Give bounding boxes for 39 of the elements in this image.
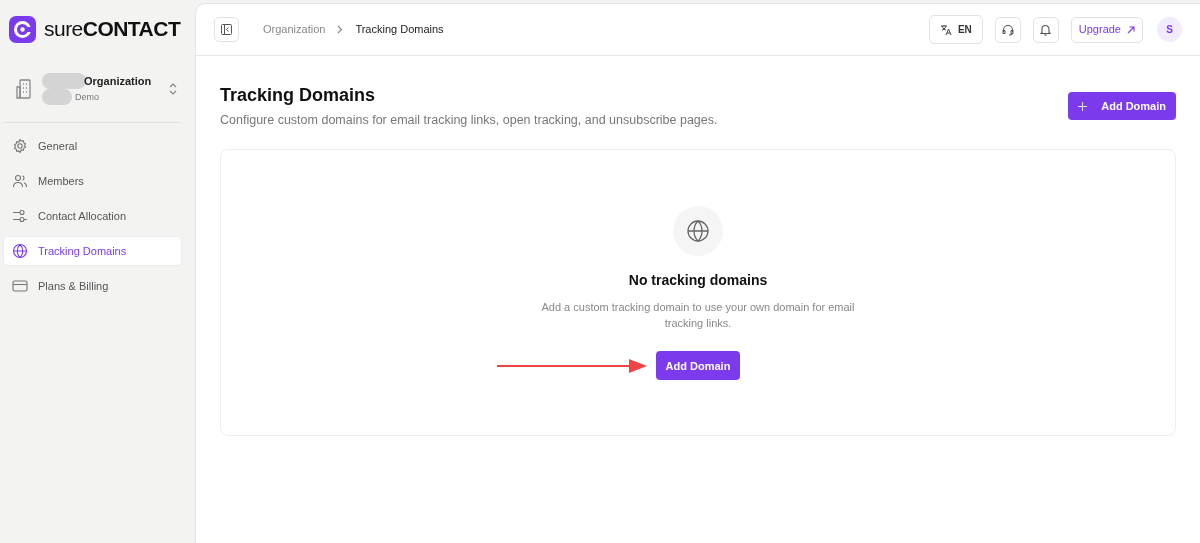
sidebar-toggle-button[interactable] — [214, 17, 239, 42]
logo-icon — [9, 15, 36, 43]
chevron-right-icon — [337, 25, 344, 34]
organization-switcher[interactable]: Organization Demo — [10, 58, 185, 120]
sidebar-item[interactable]: General — [4, 132, 181, 160]
sidebar-item[interactable]: Contact Allocation — [4, 202, 181, 230]
credit-card-icon — [12, 278, 28, 294]
brand-name: sureCONTACT — [44, 16, 181, 43]
breadcrumb-link[interactable]: Organization — [263, 21, 326, 38]
globe-icon — [12, 243, 28, 259]
empty-state-title: No tracking domains — [628, 271, 768, 291]
empty-state-description: Add a custom tracking domain to use your own domain for email tracking links. — [540, 300, 856, 332]
plus-icon — [1078, 101, 1088, 111]
users-icon — [12, 173, 28, 189]
breadcrumb-current: Tracking Domains — [355, 22, 444, 38]
organization-name: Organization — [84, 73, 152, 89]
bell-icon — [1040, 23, 1052, 36]
upgrade-button[interactable]: Upgrade — [1070, 16, 1143, 43]
sidebar-item[interactable]: Members — [4, 167, 181, 195]
sliders-icon — [12, 208, 28, 224]
notifications-button[interactable] — [1032, 16, 1059, 43]
language-button[interactable]: EN — [928, 15, 983, 44]
page-description: Configure custom domains for email tracking links, open tracking, and unsubscribe pages. — [220, 111, 719, 129]
support-button[interactable] — [994, 16, 1021, 43]
user-avatar[interactable]: S — [1157, 17, 1182, 42]
chevron-up-down-icon — [169, 83, 177, 95]
add-domain-button[interactable]: Add Domain — [1068, 92, 1176, 120]
add-domain-button[interactable]: Add Domain — [655, 351, 741, 381]
external-arrow-icon — [1127, 25, 1135, 34]
panel-collapse-icon — [221, 24, 232, 35]
gear-icon — [12, 138, 28, 154]
plan-label: Demo — [75, 90, 99, 104]
page-title: Tracking Domains — [220, 84, 377, 107]
globe-icon — [686, 219, 710, 244]
translate-icon — [939, 23, 952, 36]
headset-icon — [1001, 23, 1014, 36]
building-icon — [16, 79, 34, 99]
sidebar-item[interactable]: Plans & Billing — [4, 272, 181, 300]
sidebar-item[interactable]: Tracking Domains — [4, 237, 181, 265]
